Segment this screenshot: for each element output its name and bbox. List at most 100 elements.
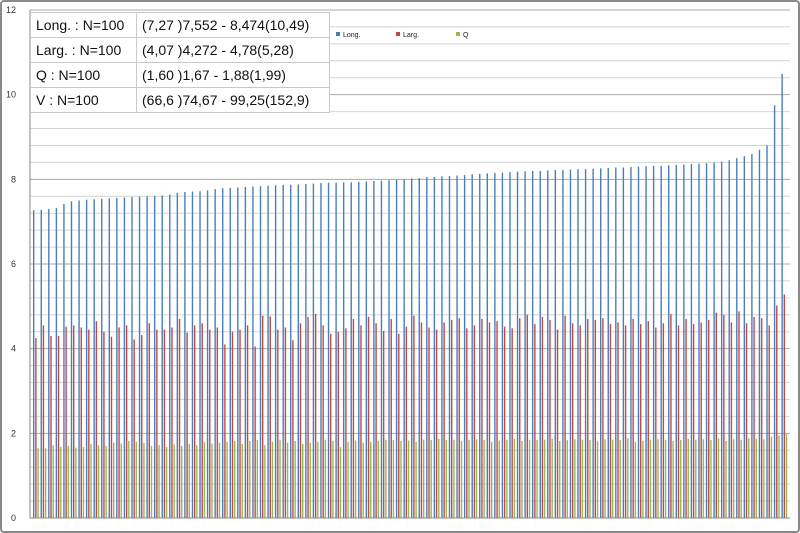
bar-larg xyxy=(209,329,211,518)
bar-larg xyxy=(594,319,597,518)
bar-long xyxy=(290,184,292,518)
bar-q xyxy=(695,439,697,518)
bar-larg xyxy=(723,314,725,518)
bar-q xyxy=(604,439,606,518)
bar-larg xyxy=(314,313,317,518)
bar-long xyxy=(562,170,564,518)
bar-long xyxy=(214,189,216,518)
bar-long xyxy=(222,188,224,518)
bar-long xyxy=(312,183,315,519)
bar-long xyxy=(607,167,609,519)
bar-long xyxy=(85,199,88,519)
bar-long xyxy=(758,149,761,518)
bar-larg xyxy=(382,330,385,518)
bar-long xyxy=(645,166,647,518)
y-tick-label: 4 xyxy=(11,344,16,354)
stats-table: Long. : N=100 (7,27 )7,552 - 8,474(10,49… xyxy=(30,12,330,113)
bar-q xyxy=(740,439,742,518)
bar-q xyxy=(150,446,153,518)
bar-long xyxy=(569,169,572,518)
bar-larg xyxy=(692,324,695,518)
legend-label: Q xyxy=(463,32,469,39)
bar-larg xyxy=(481,319,483,518)
bar-long xyxy=(327,182,330,518)
bar-q xyxy=(385,439,387,518)
bar-q xyxy=(226,441,228,518)
bar-q xyxy=(445,440,448,518)
bar-larg xyxy=(375,323,377,518)
bar-larg xyxy=(224,344,226,518)
bar-long xyxy=(388,180,390,518)
bar-long xyxy=(237,187,239,519)
bar-long xyxy=(426,177,428,518)
bar-q xyxy=(128,440,130,518)
bar-q xyxy=(543,439,546,518)
bar-long xyxy=(267,185,269,518)
bar-long xyxy=(486,173,488,518)
bar-long xyxy=(531,170,534,518)
y-tick-label: 2 xyxy=(11,428,16,438)
bar-larg xyxy=(277,329,279,518)
bar-long xyxy=(206,190,209,518)
bar-q xyxy=(302,443,304,518)
bar-larg xyxy=(549,319,551,518)
bar-long xyxy=(274,185,277,518)
bar-q xyxy=(551,438,553,518)
stats-range-q: (1,60 )1,67 - 1,88(1,99) xyxy=(136,62,330,88)
bar-larg xyxy=(390,319,392,518)
bar-long xyxy=(342,182,345,518)
legend-swatch xyxy=(396,32,400,36)
bar-long xyxy=(199,191,201,519)
bar-long xyxy=(713,162,715,518)
bar-long xyxy=(70,201,73,518)
bar-long xyxy=(297,184,299,518)
bar-long xyxy=(123,197,126,518)
bar-larg xyxy=(541,316,544,518)
bar-larg xyxy=(420,322,423,518)
bar-long xyxy=(690,164,693,519)
bar-larg xyxy=(163,329,166,518)
bar-q xyxy=(218,442,221,518)
bar-larg xyxy=(443,322,445,518)
bar-q xyxy=(483,440,485,518)
bar-long xyxy=(433,176,436,518)
bar-larg xyxy=(776,305,778,518)
bar-q xyxy=(596,440,599,518)
bar-larg xyxy=(488,322,491,518)
bar-long xyxy=(668,165,670,518)
bar-q xyxy=(286,442,289,518)
bar-q xyxy=(309,442,311,518)
bar-q xyxy=(82,446,85,518)
bar-long xyxy=(48,208,50,518)
bar-q xyxy=(37,448,39,518)
bar-larg xyxy=(231,331,234,518)
stats-label-v: V : N=100 xyxy=(30,87,137,113)
bar-q xyxy=(233,440,236,518)
bar-q xyxy=(264,445,266,518)
bar-larg xyxy=(745,323,748,518)
bar-long xyxy=(305,183,307,519)
bar-q xyxy=(725,440,727,518)
bar-larg xyxy=(239,329,241,518)
bar-larg xyxy=(466,328,468,518)
bar-larg xyxy=(602,318,604,518)
bar-larg xyxy=(730,322,733,518)
bar-q xyxy=(755,438,757,518)
bar-larg xyxy=(42,325,45,518)
bar-larg xyxy=(715,312,717,518)
bar-q xyxy=(619,440,621,518)
legend-swatch xyxy=(456,32,460,36)
y-tick-label: 10 xyxy=(6,90,16,100)
bar-q xyxy=(506,439,508,518)
bar-q xyxy=(105,446,107,518)
bar-long xyxy=(539,170,541,518)
bar-larg xyxy=(677,325,680,518)
bar-q xyxy=(664,439,667,518)
bar-larg xyxy=(178,319,181,518)
bar-long xyxy=(116,197,118,518)
bar-q xyxy=(566,440,568,518)
bar-long xyxy=(592,168,594,518)
y-tick-label: 8 xyxy=(11,174,16,184)
y-tick-label: 6 xyxy=(11,259,16,269)
bar-long xyxy=(494,172,496,518)
